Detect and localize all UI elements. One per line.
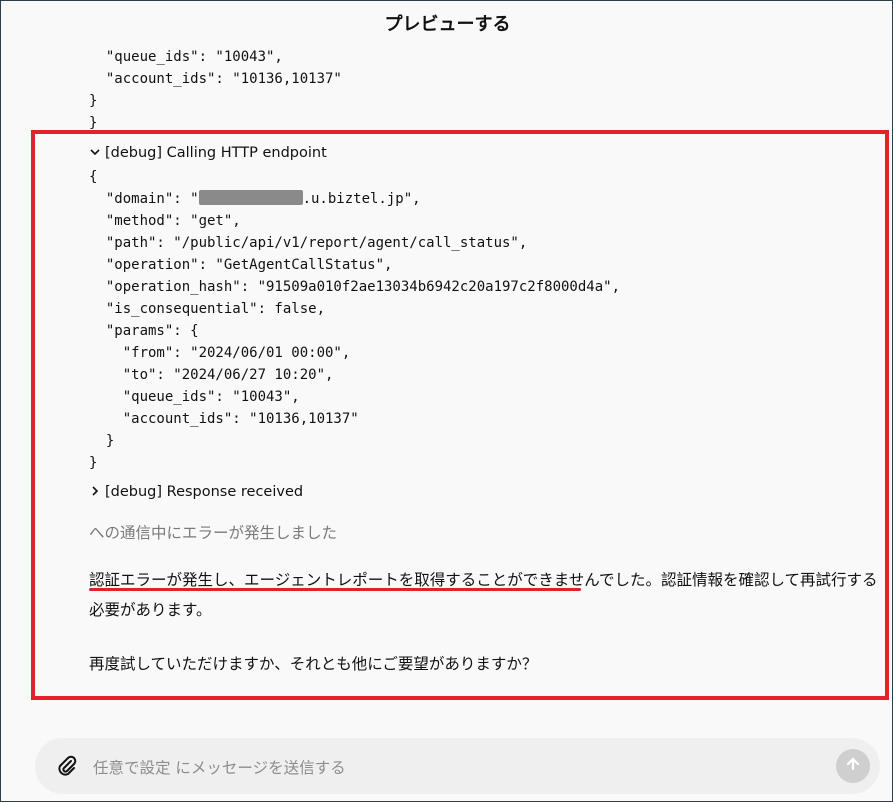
message-input[interactable]: 任意で設定 にメッセージを送信する bbox=[93, 756, 346, 778]
message-composer: 任意で設定 にメッセージを送信する bbox=[35, 738, 880, 794]
paperclip-icon[interactable] bbox=[55, 754, 79, 778]
arrow-up-icon bbox=[845, 756, 861, 777]
code-line: } bbox=[89, 93, 98, 109]
page-title: プレビューする bbox=[384, 14, 511, 35]
red-highlight-annotation bbox=[31, 130, 889, 700]
code-line: "queue_ids": "10043", bbox=[89, 49, 283, 65]
code-line: "account_ids": "10136,10137" bbox=[89, 71, 342, 87]
send-button[interactable] bbox=[836, 749, 870, 783]
previous-code-block: "queue_ids": "10043", "account_ids": "10… bbox=[89, 46, 342, 134]
code-line: } bbox=[89, 115, 98, 131]
preview-window: プレビューする "queue_ids": "10043", "account_i… bbox=[0, 0, 893, 802]
